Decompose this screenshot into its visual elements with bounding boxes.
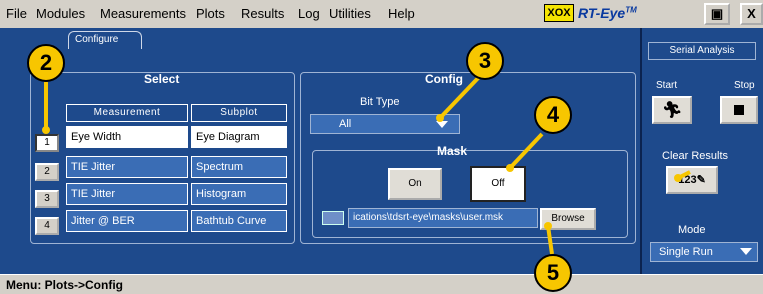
menu-plots[interactable]: Plots	[196, 6, 225, 21]
tab-configure[interactable]: Configure	[68, 31, 142, 49]
menu-bar: File Modules Measurements Plots Results …	[0, 0, 763, 28]
subplot-cell-4[interactable]: Bathtub Curve	[191, 210, 287, 232]
measurement-cell-2[interactable]: TIE Jitter	[66, 156, 188, 178]
config-title: Config	[425, 72, 463, 86]
measurement-cell-3[interactable]: TIE Jitter	[66, 183, 188, 205]
callout-3: 3	[466, 42, 504, 80]
bit-type-label: Bit Type	[360, 96, 400, 108]
bit-type-value: All	[339, 118, 352, 130]
header-measurement: Measurement	[66, 104, 188, 122]
chevron-down-icon	[436, 121, 448, 128]
mask-off-button[interactable]: Off	[470, 166, 526, 202]
start-button[interactable]: 🏃︎	[652, 96, 692, 124]
row-4-button[interactable]: 4	[35, 217, 59, 235]
menu-results[interactable]: Results	[241, 6, 284, 21]
mode-value: Single Run	[659, 246, 713, 258]
mode-chevron-down-icon	[740, 248, 752, 255]
serial-analysis-title: Serial Analysis	[648, 42, 756, 60]
menu-modules[interactable]: Modules	[36, 6, 85, 21]
select-title: Select	[144, 72, 180, 86]
stop-button[interactable]	[720, 96, 758, 124]
mask-title: Mask	[437, 144, 468, 158]
callout-2: 2	[27, 44, 65, 82]
start-label: Start	[656, 80, 678, 91]
mask-path-field[interactable]: ications\tdsrt-eye\masks\user.msk	[348, 208, 538, 228]
row-3-button[interactable]: 3	[35, 190, 59, 208]
stop-square-icon	[734, 105, 744, 115]
running-man-icon: 🏃︎	[661, 100, 683, 119]
menu-file[interactable]: File	[6, 6, 27, 21]
mask-on-button[interactable]: On	[388, 168, 442, 200]
menu-help[interactable]: Help	[388, 6, 415, 21]
tek-logo: XOX	[544, 4, 574, 22]
close-button[interactable]: X	[740, 3, 763, 25]
measurement-cell-1[interactable]: Eye Width	[66, 126, 188, 148]
brand-name: RT-Eye	[578, 5, 626, 21]
app-brand: RT-EyeTM	[578, 5, 637, 21]
status-text: Menu: Plots->Config	[6, 278, 123, 292]
subplot-cell-3[interactable]: Histogram	[191, 183, 287, 205]
folder-icon[interactable]	[322, 211, 344, 225]
header-subplot: Subplot	[191, 104, 287, 122]
mode-label: Mode	[678, 224, 706, 236]
browse-button[interactable]: Browse	[540, 208, 596, 230]
clear-results-label: Clear Results	[662, 150, 729, 162]
row-2-button[interactable]: 2	[35, 163, 59, 181]
eraser-icon: ✎	[696, 174, 706, 186]
row-1-button[interactable]: 1	[35, 134, 59, 152]
menu-measurements[interactable]: Measurements	[100, 6, 186, 21]
menu-utilities[interactable]: Utilities	[329, 6, 371, 21]
clear-icon-text: 123	[678, 174, 697, 186]
clear-results-button[interactable]: 123✎	[666, 166, 718, 194]
measurement-cell-4[interactable]: Jitter @ BER	[66, 210, 188, 232]
subplot-cell-2[interactable]: Spectrum	[191, 156, 287, 178]
restore-button[interactable]: ▣	[704, 3, 730, 25]
menu-log[interactable]: Log	[298, 6, 320, 21]
callout-5: 5	[534, 254, 572, 292]
stop-label: Stop	[734, 80, 755, 91]
brand-tm: TM	[625, 5, 637, 15]
status-bar: Menu: Plots->Config	[0, 274, 763, 294]
callout-4: 4	[534, 96, 572, 134]
subplot-cell-1[interactable]: Eye Diagram	[191, 126, 287, 148]
